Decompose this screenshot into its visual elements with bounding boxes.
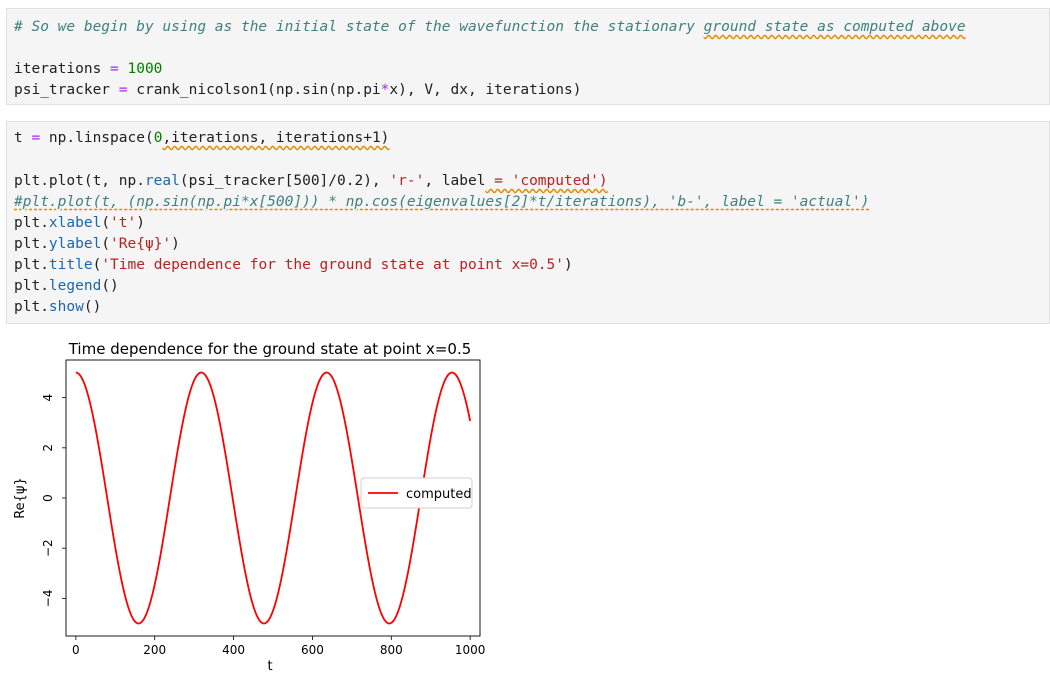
y-axis-label: Re{ψ}	[13, 477, 28, 519]
code-token: 'Time dependence for the ground state at…	[101, 257, 564, 273]
code-token: plt.	[14, 215, 49, 231]
code-line-commented-plot: #plt.plot(t, (np.sin(np.pi*x[500])) * np…	[14, 192, 870, 212]
code-token: 'Re{ψ}'	[110, 236, 172, 252]
comment-text: # So we begin by using as the initial st…	[14, 19, 704, 35]
code-token: crank_nicolson1(np.sin(np.pi	[127, 82, 381, 98]
y-tick-label: −4	[41, 590, 55, 608]
code-token: np.linspace(	[40, 130, 154, 146]
code-token: x), V, dx, iterations)	[389, 82, 582, 98]
code-token: plt.	[14, 278, 49, 294]
x-axis-label: t	[267, 659, 272, 674]
code-line-psi-tracker: psi_tracker = crank_nicolson1(np.sin(np.…	[14, 80, 581, 100]
x-tick-label: 0	[72, 643, 80, 657]
code-line-comment: # So we begin by using as the initial st…	[14, 17, 966, 37]
code-line-xlabel: plt.xlabel('t')	[14, 213, 145, 233]
code-token: ()	[101, 278, 119, 294]
code-line-title: plt.title('Time dependence for the groun…	[14, 255, 573, 275]
code-token: title	[48, 257, 93, 273]
code-line-linspace: t = np.linspace(0,iterations, iterations…	[14, 128, 389, 148]
code-token: show	[48, 299, 84, 315]
code-token: xlabel	[48, 215, 102, 231]
code-token: plt.	[14, 299, 49, 315]
y-tick-label: 2	[41, 444, 55, 452]
code-token: =	[31, 130, 41, 146]
code-token: iterations	[14, 61, 111, 77]
code-token: (psi_tracker[500]/0.2),	[179, 173, 390, 189]
code-token: ,iterations, iterations+1)	[162, 130, 390, 146]
code-token: )	[564, 257, 573, 273]
code-line-iterations: iterations = 1000	[14, 59, 162, 79]
code-token: (	[101, 236, 111, 252]
comment-text: #plt.plot(t, (np.sin(np.pi*x[500])) * np…	[14, 194, 870, 210]
code-token: ()	[83, 299, 102, 315]
code-cell-2[interactable]: t = np.linspace(0,iterations, iterations…	[6, 121, 1050, 324]
code-token: 'r-'	[389, 173, 425, 189]
y-tick-label: −2	[41, 539, 55, 557]
code-token: (	[101, 215, 111, 231]
code-token: )	[136, 215, 145, 231]
code-token: t	[14, 130, 32, 146]
code-token: =	[110, 61, 119, 77]
code-token: =	[118, 82, 128, 98]
x-tick-label: 1000	[455, 643, 486, 657]
code-token: plt.	[14, 236, 49, 252]
code-token: )	[171, 236, 180, 252]
x-tick-label: 200	[143, 643, 166, 657]
x-tick-label: 400	[222, 643, 245, 657]
x-tick-label: 600	[301, 643, 324, 657]
code-token: 't'	[110, 215, 137, 231]
code-cell-1[interactable]: # So we begin by using as the initial st…	[6, 8, 1050, 105]
x-tick-label: 800	[380, 643, 403, 657]
chart-title: Time dependence for the ground state at …	[68, 340, 472, 358]
code-token: plt.	[14, 257, 49, 273]
code-line-plot: plt.plot(t, np.real(psi_tracker[500]/0.2…	[14, 171, 608, 191]
plot-output: Time dependence for the ground state at …	[13, 340, 486, 674]
y-tick-label: 0	[41, 494, 55, 502]
code-token: plt.plot(t, np.	[14, 173, 145, 189]
code-token: psi_tracker	[14, 82, 119, 98]
legend: computed	[360, 477, 473, 509]
code-token: , label	[424, 173, 486, 189]
code-token: 1000	[118, 61, 163, 77]
legend-label-computed: computed	[406, 487, 472, 502]
code-token: real	[144, 173, 180, 189]
y-tick-label: 4	[41, 394, 55, 402]
code-line-show: plt.show()	[14, 297, 101, 317]
code-token: ylabel	[48, 236, 102, 252]
code-line-ylabel: plt.ylabel('Re{ψ}')	[14, 234, 180, 254]
code-token: legend	[48, 278, 102, 294]
code-token: = 'computed')	[485, 173, 608, 189]
code-token: (	[92, 257, 102, 273]
spellcheck-flagged-text: ground state as computed above	[703, 19, 966, 35]
code-line-legend: plt.legend()	[14, 276, 119, 296]
